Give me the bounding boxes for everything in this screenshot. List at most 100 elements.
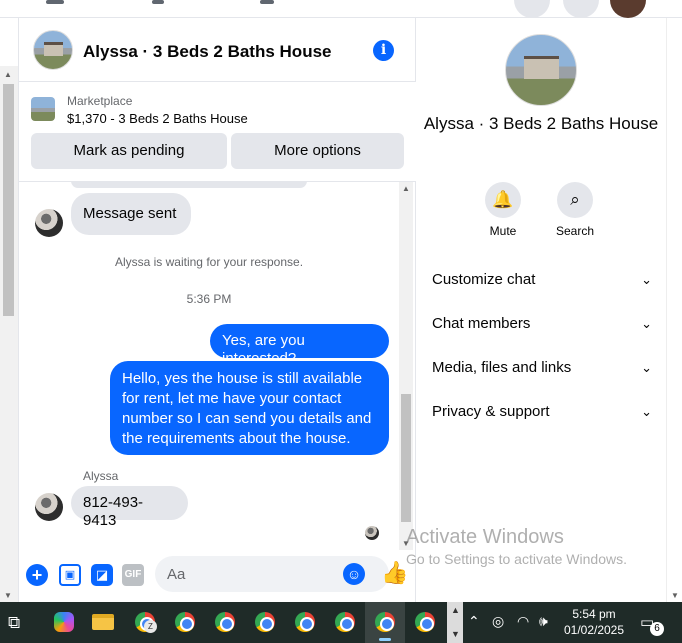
- section-label: Media, files and links: [432, 359, 572, 376]
- chevron-up-icon[interactable]: ▲: [451, 605, 460, 615]
- bell-icon[interactable]: 🔔: [485, 182, 521, 218]
- mute-action[interactable]: 🔔 Mute: [473, 182, 533, 238]
- message-timestamp: 5:36 PM: [186, 292, 232, 306]
- details-avatar[interactable]: [505, 34, 577, 106]
- details-title: Alyssa · 3 Beds 2 Baths House: [423, 114, 659, 133]
- windows-taskbar: ⧉ Z ▲ ▼ ⌃ ◎ ◠ 🕪 5:54 pm 01/02/2025 ▭ 6: [0, 602, 682, 643]
- sender-name: Alyssa: [83, 469, 119, 483]
- sender-avatar[interactable]: [35, 493, 63, 521]
- chevron-down-icon[interactable]: ⌄: [641, 396, 652, 428]
- section-privacy-support[interactable]: Privacy & support ⌄: [432, 396, 652, 428]
- search-icon[interactable]: ⌕: [557, 182, 593, 218]
- message-input-box[interactable]: ☺: [155, 556, 389, 592]
- scrollbar-thumb[interactable]: [401, 394, 411, 522]
- message-bubble-outgoing: Hello, yes the house is still available …: [110, 361, 389, 455]
- emoji-icon[interactable]: ☺: [343, 563, 365, 585]
- chrome-window-button[interactable]: [285, 602, 325, 643]
- copilot-icon: [54, 612, 74, 632]
- chrome-icon: [375, 612, 395, 632]
- top-navigation-strip: [0, 0, 682, 18]
- taskbar-overflow-scroll[interactable]: ▲ ▼: [447, 602, 463, 643]
- message-bubble-incoming: 812-493-9413: [71, 486, 188, 529]
- meet-now-icon[interactable]: ◎: [492, 613, 504, 630]
- profile-badge: Z: [144, 620, 157, 633]
- messages-scrollbar[interactable]: ▲ ▼: [399, 182, 413, 550]
- mark-as-pending-button[interactable]: Mark as pending: [31, 133, 227, 169]
- message-input[interactable]: [167, 556, 347, 592]
- copilot-button[interactable]: [42, 602, 82, 643]
- page-scrollbar[interactable]: ▲ ▼: [0, 66, 18, 602]
- scroll-up-arrow-icon[interactable]: ▲: [4, 70, 12, 79]
- chrome-window-button[interactable]: [205, 602, 245, 643]
- scroll-down-arrow-icon[interactable]: ▼: [4, 591, 12, 600]
- right-page-scrollbar[interactable]: ▼: [666, 18, 682, 602]
- chrome-icon: [215, 612, 235, 632]
- message-bubble-incoming: Message sent: [71, 193, 191, 235]
- menu-icon[interactable]: [46, 0, 64, 4]
- chat-title[interactable]: Alyssa · 3 Beds 2 Baths House: [83, 42, 331, 62]
- activate-windows-subtext: Go to Settings to activate Windows.: [406, 551, 627, 567]
- video-icon[interactable]: [152, 0, 164, 4]
- menu-button[interactable]: [514, 0, 550, 18]
- section-chat-members[interactable]: Chat members ⌄: [432, 308, 652, 340]
- chrome-window-button-active[interactable]: [365, 602, 405, 643]
- seen-indicator-avatar: [365, 526, 379, 540]
- folder-icon: [92, 614, 114, 630]
- chrome-icon: [415, 612, 435, 632]
- chevron-down-icon[interactable]: ⌄: [641, 264, 652, 296]
- gaming-icon[interactable]: [260, 0, 274, 4]
- chrome-window-button[interactable]: [165, 602, 205, 643]
- previous-message-bubble: [71, 182, 307, 188]
- system-clock[interactable]: 5:54 pm 01/02/2025: [562, 606, 626, 638]
- chrome-window-button[interactable]: [325, 602, 365, 643]
- scroll-down-arrow-icon[interactable]: ▼: [671, 591, 679, 600]
- chevron-down-icon[interactable]: ⌄: [641, 308, 652, 340]
- section-media-files-links[interactable]: Media, files and links ⌄: [432, 352, 652, 384]
- section-customize-chat[interactable]: Customize chat ⌄: [432, 264, 652, 296]
- chrome-window-button[interactable]: [405, 602, 445, 643]
- chrome-icon: [255, 612, 275, 632]
- chrome-profile-button[interactable]: Z: [125, 602, 165, 643]
- chevron-down-icon[interactable]: ⌄: [641, 352, 652, 384]
- listing-source: Marketplace: [67, 94, 133, 108]
- section-label: Chat members: [432, 315, 531, 332]
- message-list: Message sent Alyssa is waiting for your …: [19, 182, 417, 550]
- chrome-icon: [295, 612, 315, 632]
- chat-panel: Alyssa · 3 Beds 2 Baths House i Marketpl…: [18, 18, 417, 602]
- info-icon[interactable]: i: [373, 40, 394, 61]
- message-composer: + ▣ ◪ GIF ☺ 👍: [19, 550, 417, 602]
- chevron-down-icon[interactable]: ▼: [451, 629, 460, 639]
- show-hidden-icons-icon[interactable]: ⌃: [468, 613, 480, 630]
- listing-thumbnail[interactable]: [31, 97, 55, 121]
- waiting-notice: Alyssa is waiting for your response.: [114, 255, 304, 269]
- listing-price-title[interactable]: $1,370 - 3 Beds 2 Baths House: [67, 111, 248, 126]
- scrollbar-thumb[interactable]: [3, 84, 14, 316]
- wifi-icon[interactable]: ◠: [517, 613, 529, 630]
- notifications-button[interactable]: [563, 0, 599, 18]
- sticker-icon[interactable]: ◪: [91, 564, 113, 586]
- image-icon[interactable]: ▣: [59, 564, 81, 586]
- more-options-button[interactable]: More options: [231, 133, 404, 169]
- file-explorer-button[interactable]: [82, 602, 122, 643]
- search-action[interactable]: ⌕ Search: [545, 182, 605, 238]
- gif-icon[interactable]: GIF: [122, 564, 144, 586]
- chrome-icon: [175, 612, 195, 632]
- clock-date: 01/02/2025: [563, 623, 625, 637]
- marketplace-listing-card: Marketplace $1,370 - 3 Beds 2 Baths Hous…: [19, 82, 417, 182]
- thumbs-up-icon[interactable]: 👍: [381, 560, 408, 586]
- mute-label: Mute: [489, 224, 517, 238]
- scroll-up-arrow-icon[interactable]: ▲: [402, 184, 410, 193]
- search-label: Search: [555, 224, 595, 238]
- chrome-icon: [335, 612, 355, 632]
- section-label: Customize chat: [432, 271, 536, 288]
- chrome-window-button[interactable]: [245, 602, 285, 643]
- notification-count-badge: 6: [650, 622, 664, 636]
- chat-avatar[interactable]: [33, 30, 73, 70]
- task-view-button[interactable]: ⧉: [0, 602, 40, 643]
- volume-icon[interactable]: 🕪: [539, 613, 548, 630]
- plus-icon[interactable]: +: [26, 564, 48, 586]
- sender-avatar[interactable]: [35, 209, 63, 237]
- section-label: Privacy & support: [432, 403, 550, 420]
- conversation-details-panel: Alyssa · 3 Beds 2 Baths House 🔔 Mute ⌕ S…: [416, 18, 666, 602]
- profile-avatar[interactable]: [610, 0, 646, 18]
